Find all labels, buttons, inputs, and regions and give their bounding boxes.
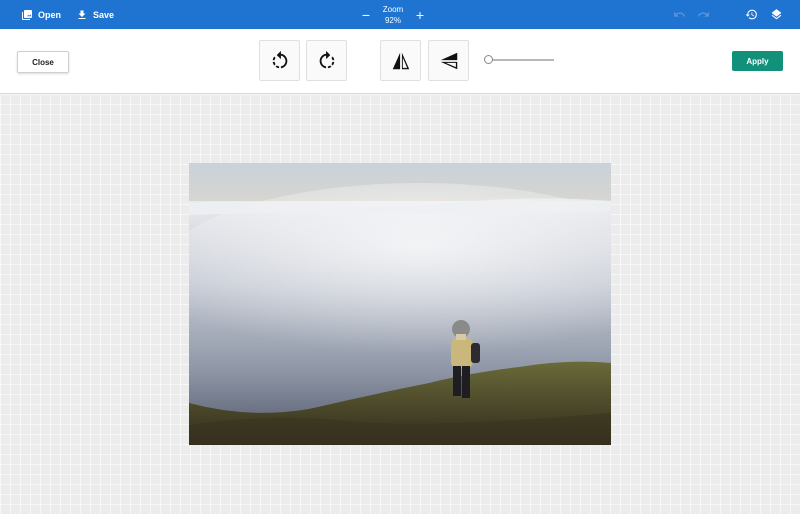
zoom-out-button[interactable]: −: [360, 8, 372, 22]
rotate-left-button[interactable]: [259, 40, 300, 81]
layers-icon: [771, 9, 782, 20]
edited-photo[interactable]: [189, 163, 611, 445]
rotate-right-button[interactable]: [306, 40, 347, 81]
zoom-in-button[interactable]: +: [414, 8, 426, 22]
photo-image: [189, 163, 611, 445]
undo-icon: [674, 11, 686, 17]
redo-button[interactable]: [697, 8, 710, 21]
adjust-slider[interactable]: [484, 55, 554, 65]
save-button[interactable]: Save: [76, 0, 114, 29]
slider-track: [488, 59, 554, 61]
rotate-left-icon: [272, 50, 287, 68]
redo-icon: [697, 11, 709, 17]
undo-button[interactable]: [673, 8, 686, 21]
save-label: Save: [93, 9, 115, 20]
history-button[interactable]: [745, 8, 758, 21]
zoom-control: − Zoom 92% +: [360, 0, 426, 29]
rotate-right-icon: [319, 50, 334, 68]
flip-horizontal-icon: [392, 52, 409, 69]
edit-toolbar: Close Apply: [0, 29, 800, 94]
download-icon: [78, 10, 86, 19]
close-button[interactable]: Close: [17, 51, 69, 73]
top-toolbar: Open Save − Zoom 92% +: [0, 0, 800, 29]
zoom-value: 92%: [384, 15, 401, 25]
flip-vertical-icon: [440, 52, 457, 69]
image-icon: [22, 9, 32, 20]
apply-button[interactable]: Apply: [732, 51, 783, 71]
open-label: Open: [38, 9, 62, 20]
open-button[interactable]: Open: [21, 0, 61, 29]
layers-button[interactable]: [770, 8, 783, 21]
zoom-readout: Zoom 92%: [383, 4, 403, 26]
flip-horizontal-button[interactable]: [380, 40, 421, 81]
slider-handle[interactable]: [484, 55, 493, 64]
zoom-label: Zoom: [382, 4, 404, 14]
history-icon: [745, 9, 757, 20]
flip-vertical-button[interactable]: [428, 40, 469, 81]
